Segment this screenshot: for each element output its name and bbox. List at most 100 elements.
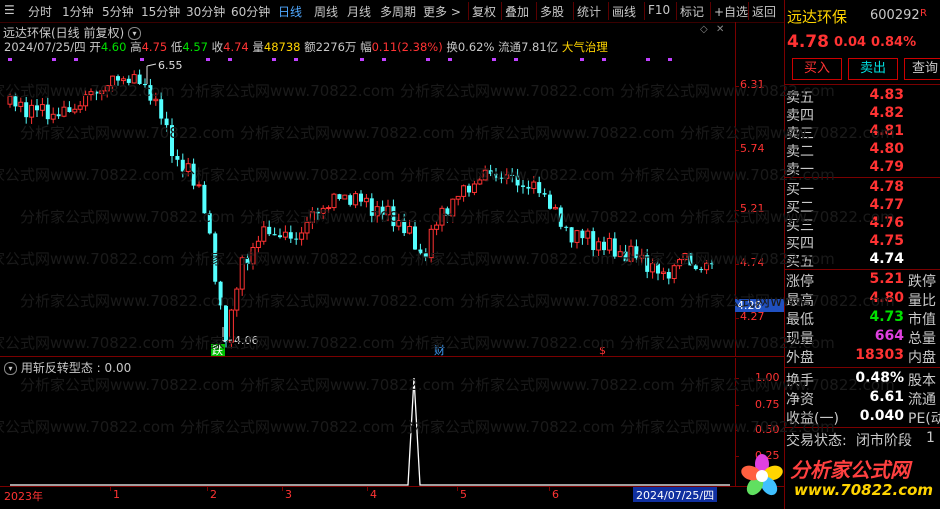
sell-button[interactable]: 卖出: [848, 58, 898, 80]
toolbar-button[interactable]: 画线: [612, 3, 636, 20]
indicator-plot: [10, 377, 730, 486]
signal-dot: [492, 58, 496, 61]
signal-dot: [426, 58, 430, 61]
candle-body: [337, 194, 342, 199]
quote-value: 4.83: [869, 87, 904, 103]
period-tab[interactable]: 15分钟: [141, 3, 180, 20]
candle-body: [467, 185, 471, 193]
signal-dot: [52, 58, 56, 61]
quote-row: 买三 4.76: [784, 215, 940, 235]
quote-row: 最高 4.80 量比: [784, 290, 940, 310]
candle-body: [77, 105, 83, 110]
candle-body: [72, 108, 78, 113]
candle-body: [482, 169, 488, 181]
candle-body: [143, 83, 147, 86]
price-tick: 5.21: [740, 202, 765, 215]
candle-body: [213, 233, 218, 282]
candle-body: [515, 175, 520, 186]
toolbar-button[interactable]: 复权: [472, 3, 496, 20]
candle-body: [148, 85, 153, 101]
quote-value: 0.48%: [855, 370, 904, 386]
quote-panel: 远达环保 600292 R 4.78 0.04 0.84% 买入 卖出 查询 卖…: [784, 0, 940, 509]
signal-dot: [360, 58, 364, 61]
quote-value: 4.73: [869, 309, 904, 325]
candle-body: [50, 113, 56, 120]
candle-body: [126, 78, 131, 83]
quote-row: 卖一 4.79: [784, 159, 940, 179]
period-tab[interactable]: 月线: [347, 3, 371, 20]
candle-body: [131, 74, 137, 84]
candle-body: [537, 182, 542, 194]
candle-body: [137, 74, 142, 84]
event-badge-label: 跌: [212, 343, 223, 356]
indicator-chart[interactable]: ▾ 用斩反转型态 : 0.00: [0, 358, 735, 486]
toolbar-button[interactable]: 标记: [680, 3, 704, 20]
toolbar-button[interactable]: 返回: [752, 3, 776, 20]
quote-sub-label: 量比: [908, 293, 936, 309]
toolbar-button[interactable]: 统计: [577, 3, 601, 20]
candle-body: [320, 207, 326, 214]
candle-body: [202, 184, 207, 214]
quote-label: 卖五: [786, 90, 814, 106]
quote-label: 卖二: [786, 144, 814, 160]
candle-body: [207, 213, 212, 234]
candle-body: [67, 107, 72, 112]
quote-label: 最高: [786, 293, 814, 309]
period-tab[interactable]: 日线: [278, 3, 302, 20]
candle-body: [309, 211, 315, 223]
candle-body: [342, 194, 348, 200]
period-tab[interactable]: 1分钟: [62, 3, 94, 20]
candle-body: [120, 78, 126, 82]
stock-code-tag: R: [920, 8, 927, 19]
period-tab[interactable]: 分时: [28, 3, 52, 20]
candle-body: [99, 90, 105, 95]
candle-body: [196, 184, 202, 187]
current-price-tag: 4.28: [735, 299, 785, 312]
quote-sub-label: PE(动: [908, 411, 940, 427]
query-button[interactable]: 查询: [904, 58, 940, 80]
candle-body: [191, 163, 196, 186]
price-tick: 5.74: [740, 142, 765, 155]
toolbar-button[interactable]: 多股: [540, 3, 564, 20]
candle-body: [455, 195, 461, 200]
quote-row: 卖三 4.81: [784, 123, 940, 143]
candle-body: [104, 85, 110, 92]
candle-body: [552, 207, 558, 210]
candle-body: [35, 105, 39, 111]
period-tab[interactable]: 周线: [314, 3, 338, 20]
candle-body: [671, 265, 677, 280]
signal-dot: [140, 58, 144, 61]
candle-body: [359, 193, 363, 202]
menu-icon[interactable]: ☰: [4, 3, 15, 17]
signal-dot: [580, 58, 584, 61]
quote-sub-label: 跌停: [908, 274, 936, 290]
candle-body: [471, 183, 477, 193]
toolbar-button[interactable]: F10: [648, 3, 670, 17]
quote-row: 买五 4.74: [784, 251, 940, 271]
period-tab[interactable]: 60分钟: [231, 3, 270, 20]
signal-dot: [448, 58, 452, 61]
period-tab[interactable]: 5分钟: [102, 3, 134, 20]
quote-row: 收益(一) 0.040 PE(动: [784, 408, 940, 428]
candle-body: [299, 232, 305, 240]
toolbar-button[interactable]: +自选: [714, 3, 748, 20]
period-tab[interactable]: 30分钟: [186, 3, 225, 20]
buy-button[interactable]: 买入: [792, 58, 842, 80]
candle-body: [402, 220, 407, 234]
quote-value: 664: [874, 328, 904, 344]
candle-body: [304, 221, 310, 234]
event-badge-label: $: [599, 344, 606, 356]
signal-dot: [646, 58, 650, 61]
signal-dot: [294, 58, 298, 61]
price-tick: 4.74: [740, 256, 765, 269]
toolbar-button[interactable]: 叠加: [505, 3, 529, 20]
main-chart[interactable]: 远达环保(日线 前复权) ▾ 2024/07/25/四 开4.60 高4.75 …: [0, 22, 735, 356]
period-tab[interactable]: 多周期: [380, 3, 416, 20]
quote-row: 卖四 4.82: [784, 105, 940, 125]
candle-body: [645, 255, 650, 272]
candle-body: [688, 253, 693, 266]
quote-value: 4.78: [869, 179, 904, 195]
period-tab[interactable]: 更多 >: [423, 3, 461, 20]
quote-label: 最低: [786, 312, 814, 328]
candle-body: [606, 237, 612, 251]
